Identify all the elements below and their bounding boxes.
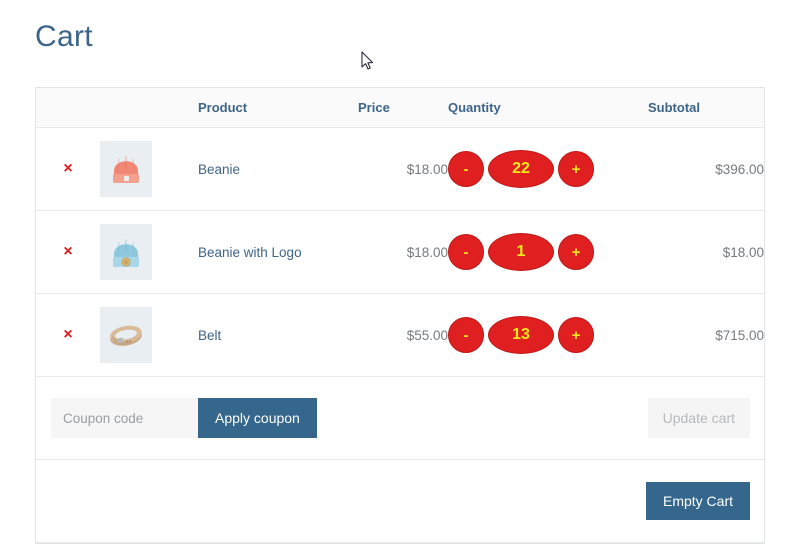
- cell-remove: ×: [36, 293, 100, 377]
- cell-quantity: - 1 +: [448, 210, 648, 294]
- quantity-stepper: - 1 +: [448, 233, 648, 271]
- table-header-row: Product Price Quantity Subtotal: [36, 88, 764, 128]
- cell-remove: ×: [36, 210, 100, 294]
- quantity-increment-button[interactable]: +: [558, 234, 594, 270]
- beanie-blue-logo-image[interactable]: [100, 224, 152, 280]
- remove-item-icon[interactable]: ×: [63, 161, 72, 177]
- beanie-coral-image[interactable]: [100, 141, 152, 197]
- product-link[interactable]: Belt: [198, 328, 221, 343]
- coupon-code-input[interactable]: [51, 398, 198, 438]
- product-link[interactable]: Beanie: [198, 162, 240, 177]
- column-header-remove: [36, 88, 100, 128]
- cell-quantity: - 13 +: [448, 293, 648, 377]
- remove-item-icon[interactable]: ×: [63, 244, 72, 260]
- page-title: Cart: [35, 20, 93, 53]
- cell-subtotal: $715.00: [648, 293, 764, 377]
- column-header-thumbnail: [100, 88, 198, 128]
- table-row: ×: [36, 127, 764, 211]
- cell-product-name: Belt: [198, 293, 358, 377]
- empty-cart-cell: Empty Cart: [36, 459, 764, 543]
- quantity-decrement-button[interactable]: -: [448, 317, 484, 353]
- quantity-input[interactable]: 1: [488, 233, 554, 271]
- cart-table-container: Product Price Quantity Subtotal × Beanie…: [35, 87, 765, 544]
- cell-product-name: Beanie with Logo: [198, 210, 358, 294]
- cart-table-header: Product Price Quantity Subtotal: [36, 88, 764, 128]
- cell-subtotal: $18.00: [648, 210, 764, 294]
- cell-quantity: - 22 +: [448, 127, 648, 211]
- quantity-increment-button[interactable]: +: [558, 151, 594, 187]
- quantity-input[interactable]: 22: [488, 150, 554, 188]
- quantity-stepper: - 13 +: [448, 316, 648, 354]
- coupon-row: Apply coupon Update cart: [36, 376, 764, 460]
- empty-cart-row: Empty Cart: [36, 459, 764, 543]
- table-row: ×: [36, 210, 764, 294]
- column-header-quantity: Quantity: [448, 88, 648, 128]
- cell-product-name: Beanie: [198, 127, 358, 211]
- belt-image[interactable]: [100, 307, 152, 363]
- quantity-decrement-button[interactable]: -: [448, 151, 484, 187]
- cell-price: $18.00: [358, 127, 448, 211]
- remove-item-icon[interactable]: ×: [63, 327, 72, 343]
- coupon-cell: Apply coupon Update cart: [36, 376, 764, 460]
- product-link[interactable]: Beanie with Logo: [198, 245, 302, 260]
- column-header-subtotal: Subtotal: [648, 88, 764, 128]
- cell-thumbnail: [100, 127, 198, 211]
- quantity-stepper: - 22 +: [448, 150, 648, 188]
- mouse-cursor: [361, 51, 374, 70]
- quantity-input[interactable]: 13: [488, 316, 554, 354]
- apply-coupon-button[interactable]: Apply coupon: [198, 398, 317, 438]
- update-cart-button[interactable]: Update cart: [647, 398, 750, 438]
- cell-price: $18.00: [358, 210, 448, 294]
- table-row: ×: [36, 293, 764, 377]
- cell-price: $55.00: [358, 293, 448, 377]
- quantity-increment-button[interactable]: +: [558, 317, 594, 353]
- cell-thumbnail: [100, 210, 198, 294]
- column-header-product: Product: [198, 88, 358, 128]
- cart-table: Product Price Quantity Subtotal × Beanie…: [36, 88, 764, 543]
- cart-table-body: × Beanie $18.00 - 22 + $396.00 × Beanie …: [36, 127, 764, 543]
- empty-cart-button[interactable]: Empty Cart: [645, 482, 750, 520]
- cell-thumbnail: [100, 293, 198, 377]
- quantity-decrement-button[interactable]: -: [448, 234, 484, 270]
- cell-remove: ×: [36, 127, 100, 211]
- column-header-price: Price: [358, 88, 448, 128]
- cell-subtotal: $396.00: [648, 127, 764, 211]
